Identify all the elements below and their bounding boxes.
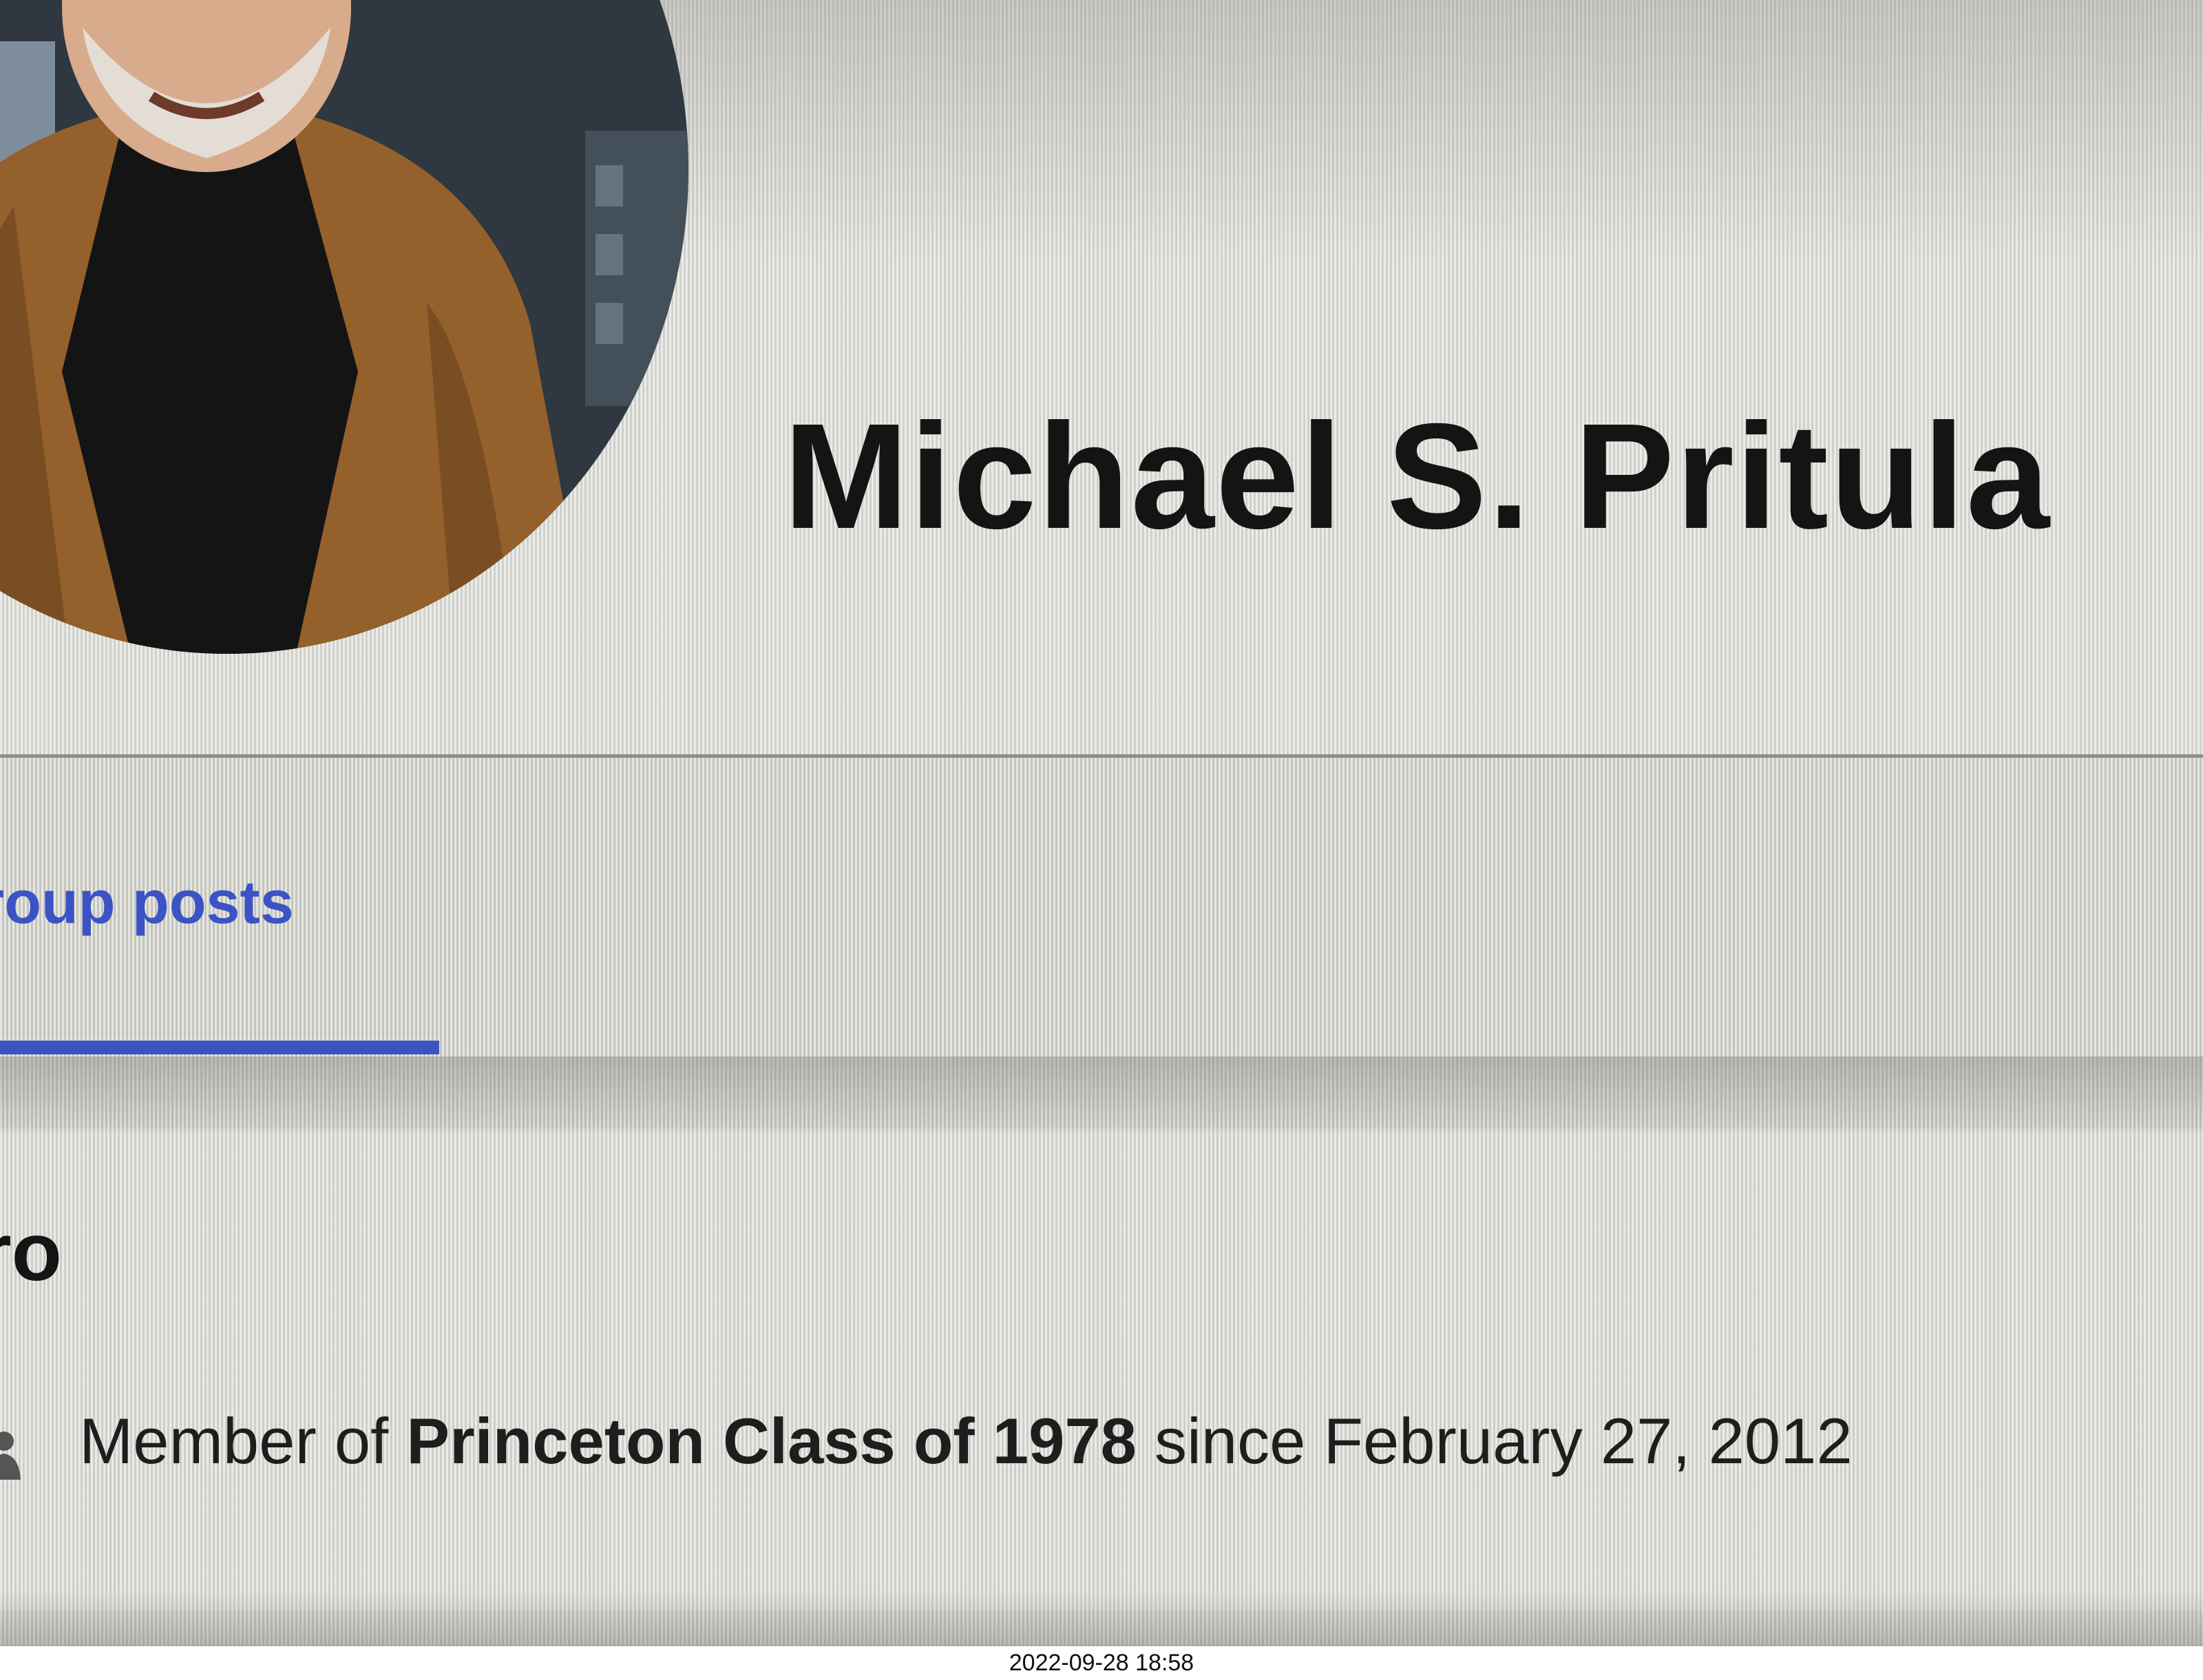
photo-timestamp: 2022-09-28 18:58 [0, 1646, 2203, 1680]
header-divider [0, 754, 2203, 758]
browser-viewport: Michael S. Pritula roup posts tro Member… [0, 0, 2203, 1646]
membership-prefix: Member of [79, 1405, 407, 1477]
profile-name: Michael S. Pritula [783, 393, 2052, 560]
tab-group-posts[interactable]: roup posts [0, 867, 294, 937]
group-icon [0, 1426, 21, 1481]
card-bottom-shadow [0, 1590, 2203, 1646]
group-name-link[interactable]: Princeton Class of 1978 [406, 1405, 1137, 1477]
membership-since: since February 27, 2012 [1136, 1405, 1853, 1477]
active-tab-indicator [0, 1041, 439, 1054]
intro-card [0, 1129, 2203, 1610]
intro-heading: tro [0, 1206, 62, 1298]
tab-bar-shadow [0, 1056, 2203, 1132]
membership-text: Member of Princeton Class of 1978 since … [79, 1404, 1853, 1478]
